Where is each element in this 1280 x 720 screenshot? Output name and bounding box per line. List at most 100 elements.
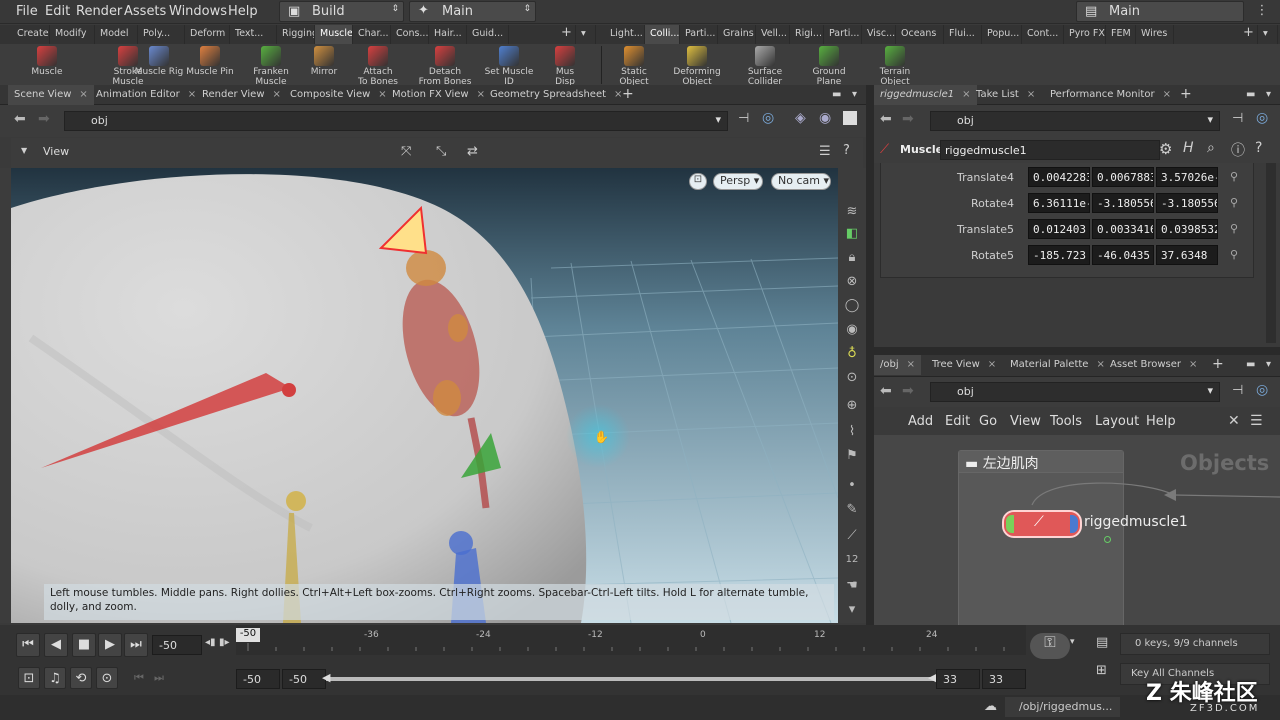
camera-lock-icon[interactable]: ⊡ [689, 173, 707, 190]
pane-tab-5[interactable]: Geometry Spreadsheet × [484, 85, 628, 105]
keyframe-icon[interactable]: ⚲ [1230, 248, 1238, 261]
shelf-tab-right-11[interactable]: Cont... [1022, 25, 1064, 44]
left-path-field[interactable]: obj ▾ [64, 111, 728, 131]
gear-icon[interactable]: ⚙ [1159, 140, 1172, 158]
desktop-selector[interactable]: Build ▣ ⇕ [279, 1, 404, 22]
shelf-tab-right-9[interactable]: Flui... [944, 25, 982, 44]
pane-tab-0[interactable]: /obj × [874, 355, 922, 375]
playhead[interactable]: -50 [236, 628, 260, 642]
shelf-tab-right-13[interactable]: FEM [1106, 25, 1136, 44]
pane-menu-icon[interactable]: ▾ [1260, 85, 1277, 105]
camera-icon[interactable]: ⊕ [842, 398, 862, 418]
right-top-path-field[interactable]: obj ▾ [930, 111, 1220, 131]
shelf-tab-1[interactable]: Modify [50, 25, 95, 44]
audio-icon[interactable]: ♫ [44, 667, 66, 689]
start-frame-field[interactable]: -50 [236, 669, 280, 689]
pane-tab-0[interactable]: riggedmuscle1 × [874, 85, 977, 105]
target-icon[interactable]: ⊗ [842, 274, 862, 294]
shelf-tool-right-3[interactable]: Ground Plane [800, 46, 858, 87]
help-icon[interactable]: ? [1255, 140, 1262, 156]
render-icon[interactable]: ◉ [819, 110, 831, 126]
jump-start-icon[interactable]: ⏮ [16, 633, 40, 657]
menu-more-icon[interactable]: ⋮ [1254, 3, 1270, 19]
add-tab-icon[interactable]: + [1206, 355, 1230, 375]
viewer-menu-icon[interactable]: ☰ [819, 144, 831, 159]
shelf-tab-right-2[interactable]: Parti... [680, 25, 718, 44]
param-field[interactable]: 0.0042283 [1028, 167, 1090, 187]
keyframe-icon[interactable]: ⚲ [1230, 170, 1238, 183]
loop-icon[interactable]: ⟲ [70, 667, 92, 689]
network-box-header[interactable]: ▬ 左边肌肉 [959, 451, 1123, 473]
node-name-field[interactable]: riggedmuscle1 [940, 140, 1160, 160]
search-icon[interactable]: ⌕ [1207, 140, 1215, 156]
viewport[interactable]: ⊡ Persp ▾ No cam ▾ ✋ Left mouse tumbles.… [11, 168, 838, 623]
node-flag-render[interactable] [1070, 515, 1078, 533]
pane-menu-icon[interactable]: ▾ [846, 85, 863, 105]
step-back-icon[interactable]: ◂▮ [205, 637, 216, 648]
snapshot-icon[interactable] [843, 111, 857, 125]
shelf-tool-right-0[interactable]: Static Object [606, 46, 662, 87]
camera-icon[interactable]: ⊙ [842, 370, 862, 390]
back-arrow-icon[interactable]: ⬅ [880, 111, 892, 127]
range-start-field[interactable]: -50 [282, 669, 326, 689]
view-icon[interactable]: ⌇ [842, 424, 862, 444]
collapse-icon[interactable]: ▬ [965, 456, 978, 472]
tool-4[interactable]: Franken Muscle [248, 46, 294, 87]
pane-tab-1[interactable]: Take List × [970, 85, 1041, 105]
persp-menu[interactable]: Persp ▾ [713, 173, 763, 190]
close-icon[interactable]: × [907, 359, 915, 370]
lock-icon[interactable]: 🔒︎ [842, 250, 862, 270]
menu-assets[interactable]: Assets [124, 4, 166, 19]
pane-splitter[interactable] [866, 85, 874, 625]
close-icon[interactable]: × [188, 89, 196, 100]
light-icon[interactable]: ◉ [842, 322, 862, 342]
shelf-tab-6[interactable]: Rigging [277, 25, 315, 44]
h-icon[interactable]: H [1183, 140, 1194, 156]
range-handle-left[interactable]: ◀ [322, 671, 330, 684]
shelf-tool-right-1[interactable]: Deforming Object [672, 46, 722, 87]
pane-tab-3[interactable]: Asset Browser × [1104, 355, 1203, 375]
hand-icon[interactable]: ☚ [842, 578, 862, 598]
node-flag-display[interactable] [1006, 515, 1014, 533]
param-field[interactable]: 6.36111e- [1028, 193, 1090, 213]
pane-maximize-icon[interactable]: ▬ [1240, 355, 1261, 375]
forward-arrow-icon[interactable]: ➡ [38, 111, 50, 127]
shelf-tab-9[interactable]: Cons... [391, 25, 429, 44]
add-tab-icon[interactable]: + [616, 85, 640, 105]
pen-icon[interactable]: ✎ [842, 502, 862, 522]
param-field[interactable]: 0.0067883 [1092, 167, 1154, 187]
menu-edit[interactable]: Edit [45, 4, 70, 19]
lamp-icon[interactable]: ⚑ [842, 448, 862, 468]
pane-menu-icon[interactable]: ▾ [1260, 355, 1277, 375]
menu-render[interactable]: Render [76, 4, 122, 19]
tool-3[interactable]: Muscle Pin [184, 46, 236, 77]
tool-8[interactable]: Set Muscle ID [480, 46, 538, 87]
network-editor[interactable]: Objects ▬ 左边肌肉 ⟋ riggedmuscle1 [874, 435, 1280, 625]
network-menu-go[interactable]: Go [979, 414, 997, 429]
close-icon[interactable]: × [79, 89, 87, 100]
info-icon[interactable]: ⓘ [1231, 140, 1245, 160]
shelf-menu-icon[interactable]: ▾ [576, 25, 596, 44]
shelf-tab-right-4[interactable]: Vell... [756, 25, 790, 44]
network-menu-view[interactable]: View [1010, 414, 1041, 429]
shelf-tab-right-1[interactable]: Colli... [645, 25, 680, 44]
add-shelf-icon[interactable]: + [1238, 25, 1258, 44]
pane-maximize-icon[interactable]: ▬ [1240, 85, 1261, 105]
forward-arrow-icon[interactable]: ➡ [902, 111, 914, 127]
param-field[interactable]: -3.180556 [1092, 193, 1154, 213]
sphere-icon[interactable]: ◯ [842, 298, 862, 318]
close-icon[interactable]: × [988, 359, 996, 370]
keyframe-icon[interactable]: ⚲ [1230, 196, 1238, 209]
link-icon[interactable]: ◎ [1256, 110, 1268, 126]
pane-tab-0[interactable]: Scene View × [8, 85, 94, 105]
shelf-tab-3[interactable]: Poly... [138, 25, 185, 44]
shelf-menu-icon[interactable]: ▾ [1258, 25, 1278, 44]
shelf-tab-right-5[interactable]: Rigi... [790, 25, 824, 44]
close-icon[interactable]: × [1027, 89, 1035, 100]
param-field[interactable]: 0.012403 [1028, 219, 1090, 239]
shelf-tab-10[interactable]: Hair... [429, 25, 467, 44]
close-icon[interactable]: × [273, 89, 281, 100]
key-icon[interactable]: ⚿ [1030, 633, 1070, 659]
shelf-tool-right-4[interactable]: Terrain Object [864, 46, 926, 87]
range-slider[interactable] [326, 677, 934, 681]
